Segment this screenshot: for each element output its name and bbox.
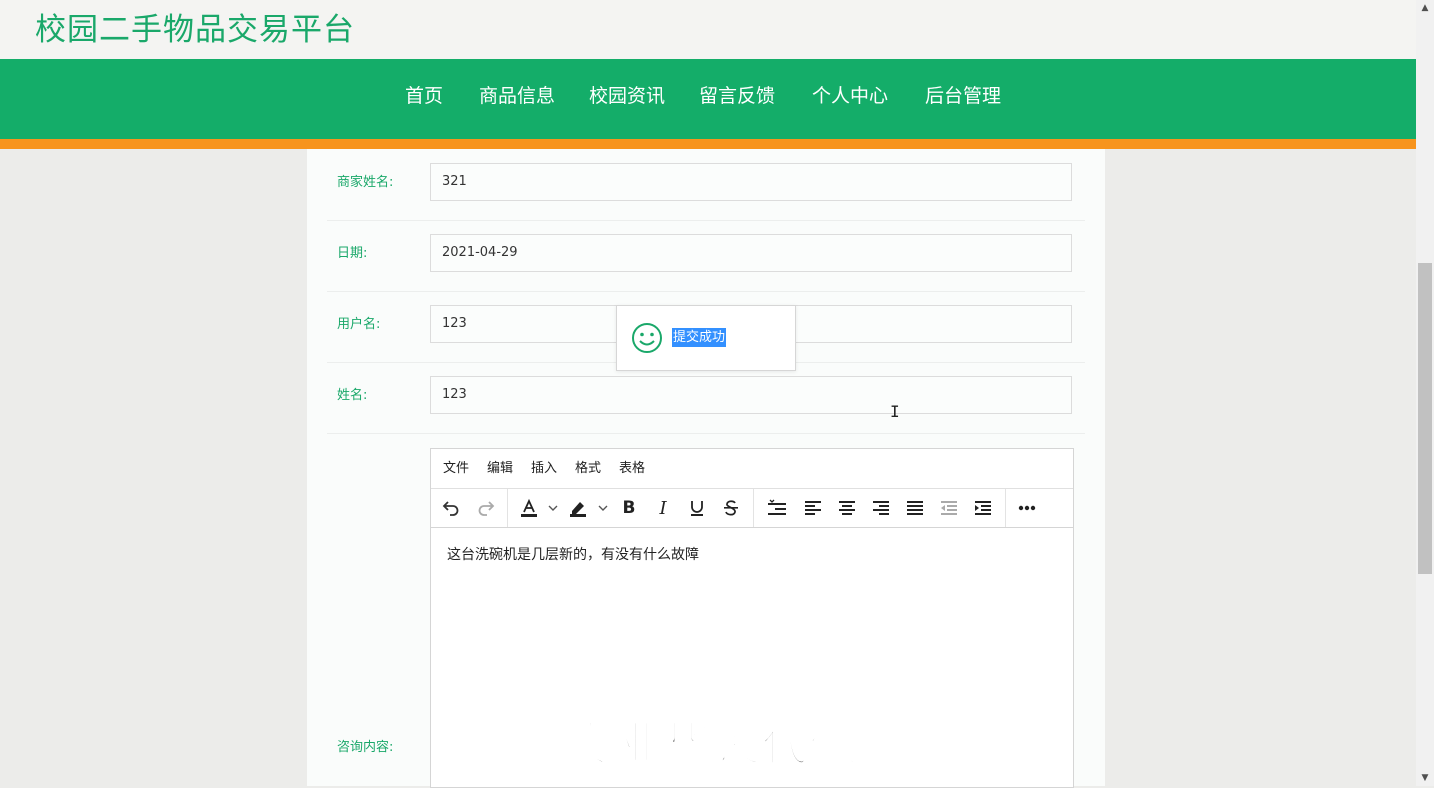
align-right-icon[interactable] bbox=[869, 496, 893, 520]
align-left-icon[interactable] bbox=[801, 496, 825, 520]
username-label: 用户名: bbox=[337, 317, 381, 332]
editor-toolbar: B I bbox=[431, 489, 1073, 528]
more-icon[interactable] bbox=[1015, 496, 1039, 520]
highlight-color-icon[interactable] bbox=[566, 496, 590, 520]
highlight-dropdown-icon[interactable] bbox=[597, 501, 609, 515]
menu-insert[interactable]: 插入 bbox=[531, 460, 557, 478]
consult-content-label: 咨询内容: bbox=[337, 740, 394, 755]
editor-content[interactable]: 这台洗碗机是几层新的，有没有什么故障 bbox=[447, 545, 1057, 565]
form-row-date: 日期: 2021-04-29 bbox=[327, 220, 1085, 292]
scroll-up-arrow-icon[interactable]: ▲ bbox=[1416, 0, 1434, 16]
page-scrollbar[interactable]: ▲ ▼ bbox=[1416, 0, 1434, 786]
nav-accent-stripe bbox=[0, 139, 1416, 149]
date-label: 日期: bbox=[337, 246, 368, 261]
form-row-merchant-name: 商家姓名: 321 bbox=[327, 149, 1085, 221]
redo-icon[interactable] bbox=[474, 496, 498, 520]
success-toast: 提交成功 bbox=[616, 305, 796, 371]
align-center-icon[interactable] bbox=[835, 496, 859, 520]
toolbar-divider bbox=[1005, 489, 1006, 527]
date-input[interactable]: 2021-04-29 bbox=[430, 234, 1072, 272]
nav-item-news[interactable]: 校园资讯 bbox=[589, 83, 665, 109]
name-label: 姓名: bbox=[337, 388, 368, 403]
form-panel: 商家姓名: 321 日期: 2021-04-29 用户名: 123 姓名: 12… bbox=[307, 149, 1105, 788]
text-cursor-icon: I bbox=[890, 402, 900, 421]
name-input[interactable]: 123 bbox=[430, 376, 1072, 414]
menu-table[interactable]: 表格 bbox=[619, 460, 645, 478]
merchant-name-label: 商家姓名: bbox=[337, 175, 394, 190]
undo-icon[interactable] bbox=[439, 496, 463, 520]
nav-item-feedback[interactable]: 留言反馈 bbox=[699, 83, 775, 109]
editor-menubar: 文件 编辑 插入 格式 表格 bbox=[431, 449, 1073, 489]
align-justify-icon[interactable] bbox=[903, 496, 927, 520]
top-header: 校园二手物品交易平台 bbox=[0, 0, 1416, 59]
nav-item-home[interactable]: 首页 bbox=[405, 83, 443, 109]
nav-item-products[interactable]: 商品信息 bbox=[479, 83, 555, 109]
indent-icon[interactable] bbox=[971, 496, 995, 520]
strikethrough-icon[interactable] bbox=[719, 496, 743, 520]
form-row-name: 姓名: 123 bbox=[327, 362, 1085, 434]
toast-message: 提交成功 bbox=[672, 328, 727, 347]
watermark-text: 专业毕设代做 bbox=[569, 716, 858, 772]
scroll-thumb[interactable] bbox=[1418, 263, 1432, 574]
menu-edit[interactable]: 编辑 bbox=[487, 460, 513, 478]
line-height-icon[interactable] bbox=[765, 496, 789, 520]
text-color-icon[interactable] bbox=[517, 496, 541, 520]
smile-icon bbox=[632, 323, 662, 353]
scroll-down-arrow-icon[interactable]: ▼ bbox=[1416, 770, 1434, 786]
toolbar-divider bbox=[753, 489, 754, 527]
toolbar-divider bbox=[507, 489, 508, 527]
nav-item-personal-center[interactable]: 个人中心 bbox=[812, 83, 888, 109]
underline-icon[interactable] bbox=[685, 496, 709, 520]
merchant-name-input[interactable]: 321 bbox=[430, 163, 1072, 201]
italic-icon[interactable]: I bbox=[651, 496, 675, 520]
site-title: 校园二手物品交易平台 bbox=[35, 12, 355, 48]
nav-item-admin[interactable]: 后台管理 bbox=[925, 83, 1001, 109]
menu-format[interactable]: 格式 bbox=[575, 460, 601, 478]
menu-file[interactable]: 文件 bbox=[443, 460, 469, 478]
bold-icon[interactable]: B bbox=[617, 496, 641, 520]
main-nav: 首页 商品信息 校园资讯 留言反馈 个人中心 后台管理 bbox=[0, 59, 1416, 139]
text-color-dropdown-icon[interactable] bbox=[547, 501, 559, 515]
outdent-icon[interactable] bbox=[937, 496, 961, 520]
